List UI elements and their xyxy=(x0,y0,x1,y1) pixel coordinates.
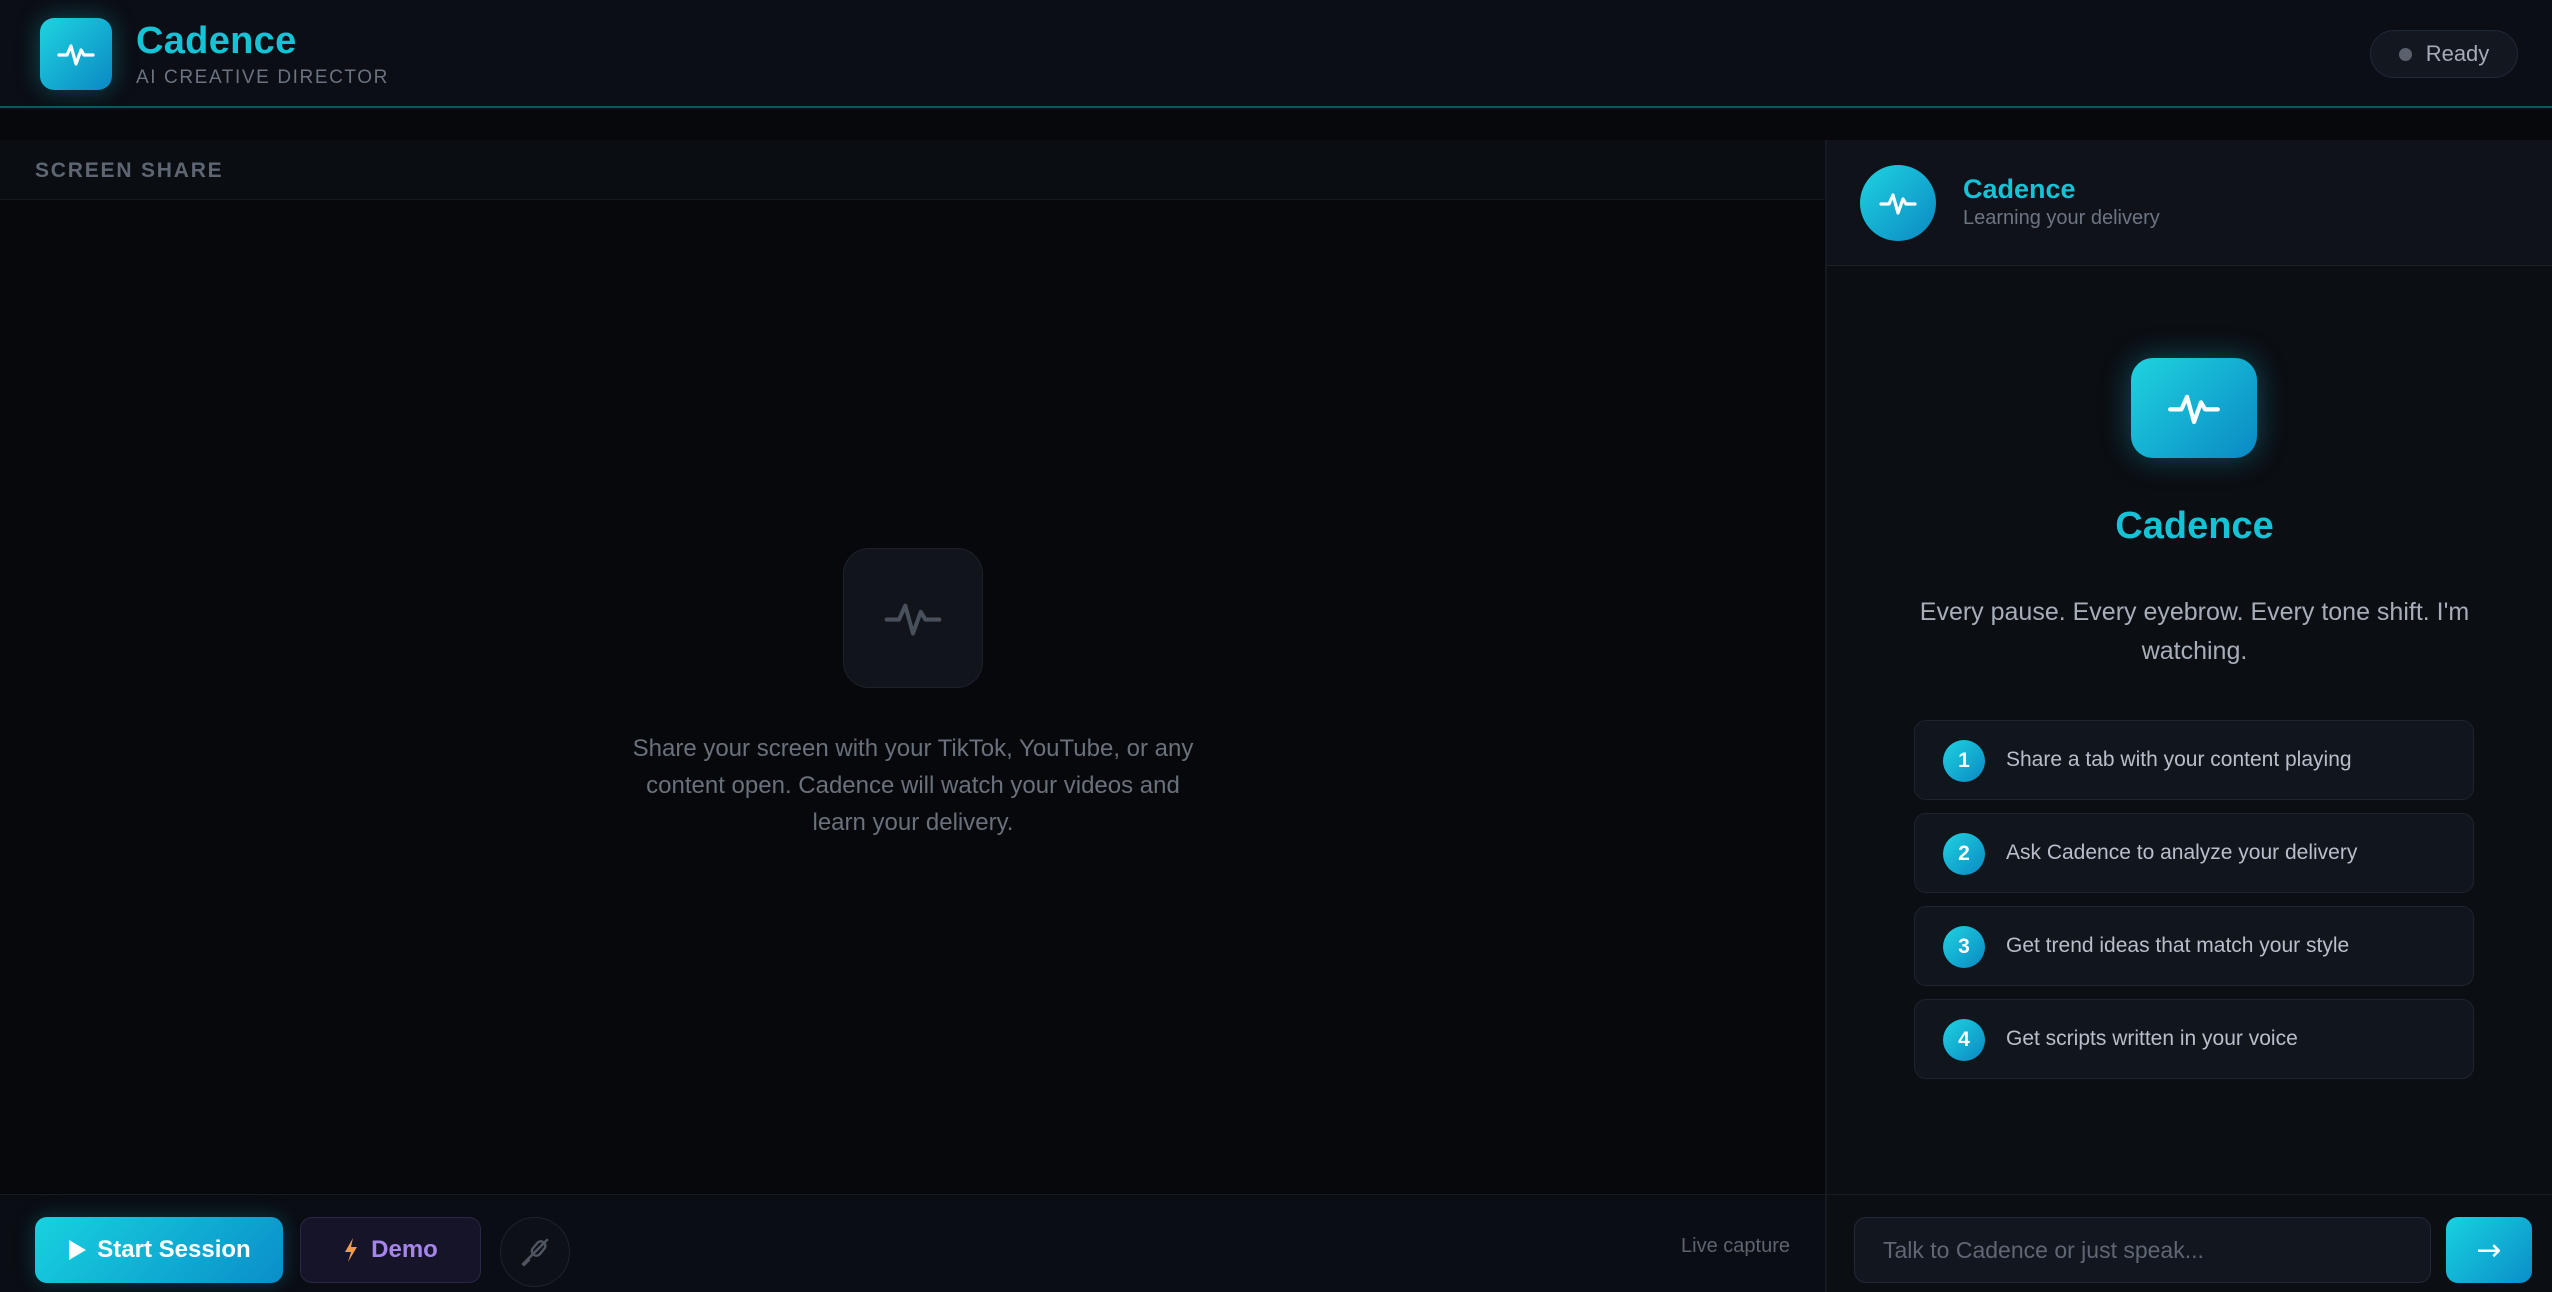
mic-toggle-button[interactable] xyxy=(500,1217,570,1287)
step-number: 3 xyxy=(1943,926,1985,968)
chat-input[interactable] xyxy=(1854,1217,2431,1283)
screen-share-panel: SCREEN SHARE Share your screen with your… xyxy=(0,140,1825,1292)
demo-button[interactable]: Demo xyxy=(300,1217,481,1283)
app-header: Cadence AI CREATIVE DIRECTOR Ready xyxy=(0,0,2552,108)
chat-agent-status: Learning your delivery xyxy=(1963,207,2160,229)
pulse-icon xyxy=(1879,193,1917,215)
screen-share-header: SCREEN SHARE xyxy=(0,140,1825,200)
step-number: 1 xyxy=(1943,740,1985,782)
screen-share-controls: Start Session Demo Live capture xyxy=(0,1194,1825,1292)
avatar xyxy=(1860,165,1936,241)
start-session-button[interactable]: Start Session xyxy=(35,1217,283,1283)
send-button[interactable]: → xyxy=(2446,1217,2532,1283)
live-capture-label: Live capture xyxy=(1681,1235,1790,1257)
app-root: Cadence AI CREATIVE DIRECTOR Ready SCREE… xyxy=(0,0,2552,1292)
screen-share-placeholder: Share your screen with your TikTok, YouT… xyxy=(632,735,1194,836)
welcome-tagline: Every pause. Every eyebrow. Every tone s… xyxy=(1919,598,2470,665)
screen-share-title: SCREEN SHARE xyxy=(35,159,224,182)
list-item: 1 Share a tab with your content playing xyxy=(1914,720,2474,800)
list-item: 2 Ask Cadence to analyze your delivery xyxy=(1914,813,2474,893)
status-label: Ready xyxy=(2425,41,2490,66)
header-gap xyxy=(0,110,2552,140)
status-badge: Ready xyxy=(2370,30,2518,78)
demo-label: Demo xyxy=(371,1236,438,1263)
pulse-icon xyxy=(2131,358,2257,458)
pulse-icon xyxy=(40,18,112,90)
step-label: Share a tab with your content playing xyxy=(2006,748,2352,771)
bolt-icon xyxy=(345,1238,358,1262)
step-label: Get trend ideas that match your style xyxy=(2006,934,2350,957)
play-icon xyxy=(69,1240,87,1260)
status-dot-icon xyxy=(2398,47,2412,61)
start-session-label: Start Session xyxy=(97,1236,251,1263)
brand-name: Cadence xyxy=(136,20,297,62)
pulse-icon xyxy=(843,548,983,688)
list-item: 3 Get trend ideas that match your style xyxy=(1914,906,2474,986)
mic-slash-icon xyxy=(521,1238,549,1267)
chat-agent-name: Cadence xyxy=(1963,174,2076,204)
list-item: 4 Get scripts written in your voice xyxy=(1914,999,2474,1079)
brand-subtitle: AI CREATIVE DIRECTOR xyxy=(136,67,389,88)
step-label: Get scripts written in your voice xyxy=(2006,1027,2298,1050)
step-number: 2 xyxy=(1943,833,1985,875)
step-number: 4 xyxy=(1943,1019,1985,1061)
chat-input-bar: → xyxy=(1827,1194,2552,1292)
step-label: Ask Cadence to analyze your delivery xyxy=(2006,841,2358,864)
chat-panel: Cadence Learning your delivery Cadence E… xyxy=(1827,140,2552,1292)
welcome-title: Cadence xyxy=(2115,505,2274,547)
chat-header: Cadence Learning your delivery xyxy=(1827,140,2552,266)
